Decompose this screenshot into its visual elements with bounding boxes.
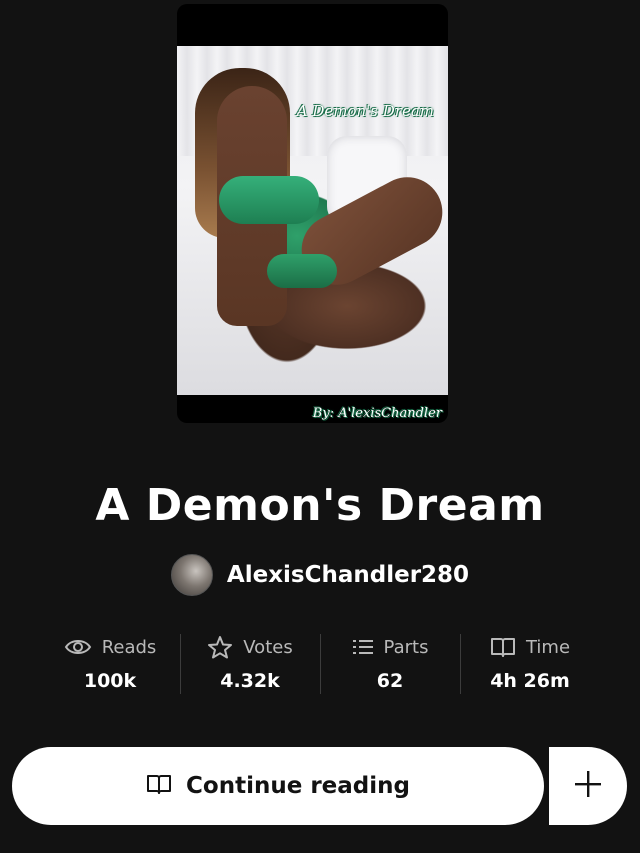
story-details-page: A Demon's Dream By: A'lexisChandler A De… <box>0 0 640 853</box>
stat-reads-label: Reads <box>101 636 157 658</box>
star-icon <box>207 635 233 659</box>
book-icon <box>146 773 172 799</box>
stat-parts-value: 62 <box>376 670 404 692</box>
author-link[interactable]: AlexisChandler280 <box>0 554 640 596</box>
stat-time-value: 4h 26m <box>490 670 570 692</box>
stat-votes: Votes 4.32k <box>180 630 320 696</box>
author-avatar[interactable] <box>170 554 213 596</box>
stat-time: Time 4h 26m <box>460 630 600 696</box>
stat-reads-value: 100k <box>83 670 137 692</box>
story-stats: Reads 100k Votes 4.32k Parts 62 Time 4h … <box>40 630 600 696</box>
cover-title-text: A Demon's Dream <box>296 102 434 120</box>
cover-byline-text: By: A'lexisChandler <box>312 406 442 421</box>
add-to-library-button[interactable] <box>549 747 627 825</box>
continue-reading-button[interactable]: Continue reading <box>12 747 544 825</box>
story-title: A Demon's Dream <box>95 480 545 531</box>
stat-parts: Parts 62 <box>320 630 460 696</box>
stat-votes-value: 4.32k <box>220 670 280 692</box>
stat-reads: Reads 100k <box>40 630 180 696</box>
stat-time-label: Time <box>525 636 571 658</box>
book-icon <box>490 636 516 658</box>
eye-icon <box>64 637 92 657</box>
continue-reading-label: Continue reading <box>186 773 410 799</box>
list-icon <box>352 638 374 656</box>
cover-image: A Demon's Dream By: A'lexisChandler <box>177 46 448 421</box>
book-cover[interactable]: A Demon's Dream By: A'lexisChandler <box>177 4 448 423</box>
author-name[interactable]: AlexisChandler280 <box>227 562 469 588</box>
stat-votes-label: Votes <box>243 636 293 658</box>
stat-parts-label: Parts <box>383 636 429 658</box>
plus-icon <box>573 769 603 803</box>
